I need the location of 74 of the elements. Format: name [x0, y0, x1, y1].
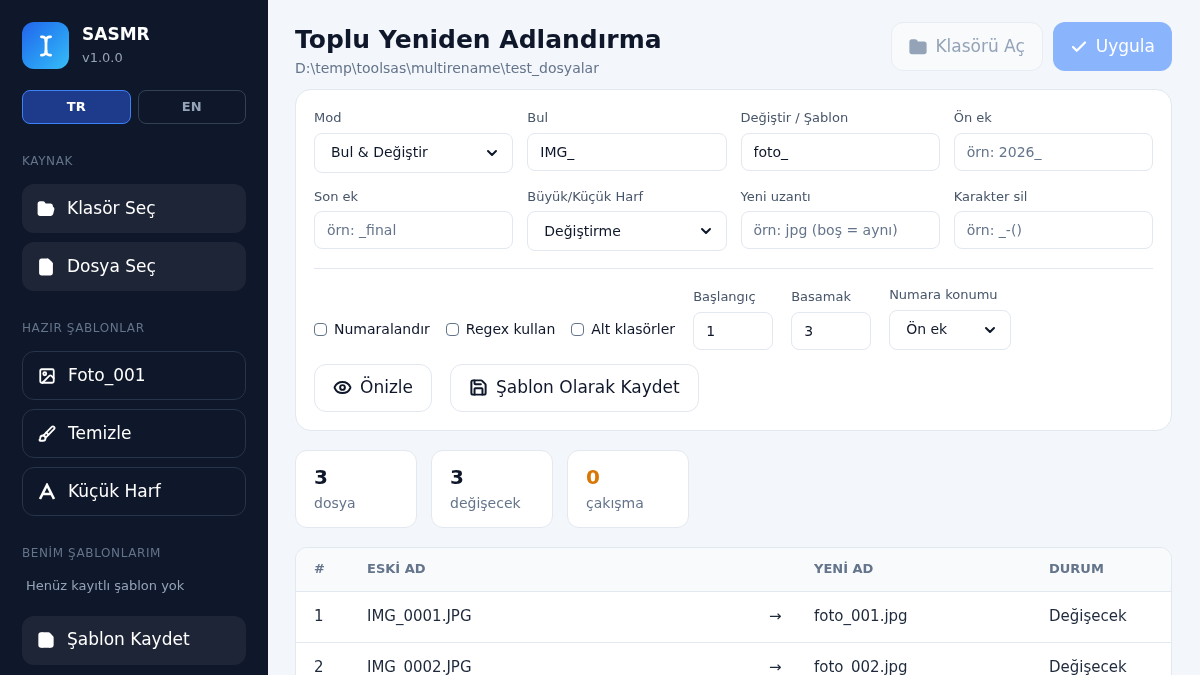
stat-value: 3 [450, 464, 465, 489]
field-label: Bul [527, 109, 550, 127]
brush-icon [38, 424, 56, 443]
sidebar-button[interactable]: Klasör Seç [22, 184, 246, 233]
checkbox-label: Alt klasörler [591, 320, 676, 339]
field-label: Numara konumu [889, 286, 999, 304]
column-header: ESKİ AD [366, 560, 427, 579]
field-label: Ön ek [953, 109, 993, 127]
checkbox[interactable] [314, 323, 327, 336]
select-field[interactable]: Bul & Değiştir [314, 132, 514, 173]
language-button[interactable]: EN [137, 90, 246, 124]
sidebar-button[interactable]: Temizle [22, 409, 246, 458]
app-version: v1.0.0 [82, 48, 124, 67]
save-template-button[interactable]: Şablon Olarak Kaydet [450, 363, 699, 412]
input-field[interactable]: örn: jpg (boş = aynı) [740, 211, 940, 249]
table-cell-text: IMG_0001.JPG [366, 606, 473, 628]
field-label: Başlangıç [693, 288, 757, 306]
page-title: Toplu Yeniden Adlandırma [295, 24, 662, 56]
input-field[interactable]: IMG_ [527, 132, 727, 171]
input-field[interactable]: 3 [791, 311, 872, 350]
table-cell-text: Değişecek [1049, 606, 1127, 628]
sidebar-button[interactable]: Şablon Kaydet [22, 615, 246, 665]
input-field[interactable]: örn: 2026_ [953, 132, 1153, 171]
table-cell-text: IMG_0002.JPG [366, 657, 473, 675]
field-label: Karakter sil [953, 187, 1029, 206]
column-header: # [313, 560, 326, 579]
input-field[interactable]: örn: _-() [953, 211, 1153, 249]
table-cell-text: foto_001.jpg [814, 606, 909, 628]
letter-icon [38, 482, 56, 501]
table-cell-text: 2 [313, 657, 325, 675]
checkbox-label: Regex kullan [465, 320, 556, 339]
sidebar-button[interactable]: Küçük Harf [22, 467, 246, 516]
field-label: Yeni uzantı [740, 187, 812, 206]
section-label: BENİM ŞABLONLARIM [22, 545, 163, 562]
input-field[interactable]: örn: _final [314, 211, 514, 249]
checkbox-label: Numaralandır [334, 320, 430, 339]
input-field[interactable]: 1 [693, 311, 774, 350]
field-label: Değiştir / Şablon [740, 109, 850, 127]
app-logo-icon [22, 22, 69, 69]
table-cell-text: Değişecek [1049, 657, 1127, 675]
select-field[interactable]: Ön ek [889, 309, 1012, 350]
file-icon [37, 257, 55, 276]
field-label: Basamak [791, 288, 852, 306]
input-field[interactable]: foto_ [740, 132, 940, 171]
arrow-text: → [769, 606, 783, 628]
empty-message: Henüz kayıtlı şablon yok [25, 577, 186, 595]
eye-icon [333, 378, 352, 397]
section-label: HAZIR ŞABLONLAR [22, 320, 146, 337]
field-label: Büyük/Küçük Harf [527, 187, 645, 206]
checkbox[interactable] [571, 323, 585, 336]
select-field[interactable]: Değiştirme [527, 211, 727, 251]
sidebar-button[interactable]: Dosya Seç [22, 242, 246, 291]
column-header: YENİ AD [814, 560, 875, 579]
column-header: DURUM [1049, 560, 1104, 579]
folder-icon [909, 37, 928, 56]
image-icon [38, 366, 56, 385]
section-label: KAYNAK [22, 153, 74, 170]
preview-button[interactable]: Önizle [314, 363, 432, 412]
field-label: Son ek [314, 187, 360, 206]
language-button[interactable]: TR [22, 90, 131, 124]
stat-value: 3 [314, 464, 329, 489]
stat-label: çakışma [586, 493, 645, 513]
stat-value: 0 [586, 464, 601, 489]
app-name: SASMR [82, 23, 150, 44]
stat-label: dosya [314, 493, 357, 513]
arrow-text: → [769, 657, 783, 675]
field-label: Mod [314, 109, 343, 127]
table-cell-text: foto_002.jpg [814, 657, 909, 675]
folder-icon [37, 199, 55, 218]
sidebar-button[interactable]: Foto_001 [22, 351, 246, 400]
stat-label: değişecek [450, 493, 522, 513]
folder-path: D:\temp\toolsas\multirename\test_dosyalar [295, 59, 600, 78]
checkbox[interactable] [445, 323, 459, 336]
table-cell-text: 1 [313, 606, 325, 628]
